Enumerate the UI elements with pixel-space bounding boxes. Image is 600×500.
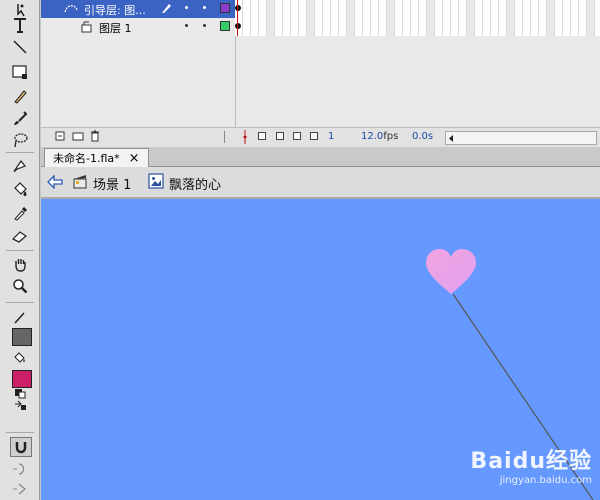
snap-magnet-icon[interactable] [10, 437, 32, 457]
swap-colors-icon[interactable] [8, 389, 32, 412]
frame-rate-value: 12.0 [361, 131, 384, 142]
brush-icon[interactable] [8, 108, 32, 128]
document-tab-label: 未命名-1.fla* [53, 152, 120, 165]
layer-row-1[interactable]: 图层 1 [41, 18, 237, 36]
eyedropper-icon[interactable] [8, 203, 32, 223]
lock-dot[interactable] [203, 6, 206, 9]
center-frame-icon[interactable] [241, 130, 249, 147]
back-arrow-icon[interactable] [47, 174, 63, 192]
layer-row-guide[interactable]: 引导层: 图... [41, 0, 237, 18]
stroke-color-icon[interactable] [12, 328, 32, 346]
keyframe[interactable] [235, 23, 241, 29]
scroll-left-icon[interactable] [447, 133, 455, 146]
watermark: Baidu经验 jingyan.baidu.com [470, 443, 592, 486]
text-icon[interactable] [8, 15, 32, 35]
symbol-label: 飘落的心 [169, 177, 222, 193]
fill-color-icon[interactable] [12, 370, 32, 388]
smooth-icon[interactable] [8, 459, 32, 479]
scene-clapper-icon [72, 173, 88, 193]
graphic-symbol-icon [148, 173, 164, 193]
guided-layer-icon [81, 21, 93, 36]
document-tab-bar: 未命名-1.fla* × [41, 147, 600, 167]
frame-grid[interactable] [235, 0, 600, 37]
pencil-icon[interactable] [8, 86, 32, 106]
watermark-brand: Baidu经验 [470, 449, 592, 474]
stroke-pencil-icon [8, 307, 32, 327]
insert-folder-icon[interactable] [72, 131, 84, 144]
scene-label: 场景 1 [93, 177, 132, 193]
layer-outline-color[interactable] [220, 3, 230, 13]
close-icon[interactable]: × [129, 151, 140, 166]
timeline-empty-area [235, 36, 600, 127]
keyframe[interactable] [235, 5, 241, 11]
layer-name: 引导层: 图... [84, 4, 146, 17]
timeline-scrollbar[interactable] [445, 131, 597, 145]
pencil-edit-icon [160, 2, 172, 17]
guide-layer-icon [63, 2, 79, 17]
document-tab[interactable]: 未命名-1.fla* × [44, 148, 149, 167]
visibility-dot[interactable] [185, 24, 188, 27]
insert-layer-icon[interactable] [55, 131, 65, 144]
onion-outline-icon[interactable] [276, 132, 284, 140]
lock-dot[interactable] [203, 24, 206, 27]
watermark-url: jingyan.baidu.com [499, 475, 592, 486]
layer-name: 图层 1 [99, 22, 132, 35]
timeline-panel: 引导层: 图... 图层 1 1 12.0fps 0.0s [41, 0, 600, 148]
visibility-dot[interactable] [185, 6, 188, 9]
line-icon[interactable] [8, 37, 32, 57]
straighten-icon[interactable] [8, 479, 32, 499]
stage[interactable]: Baidu经验 jingyan.baidu.com [41, 199, 600, 500]
elapsed-time: 0.0s [412, 131, 434, 142]
delete-layer-icon[interactable] [90, 130, 100, 145]
eraser-icon[interactable] [8, 226, 32, 246]
tools-panel [0, 0, 40, 500]
fill-bucket-icon [8, 348, 32, 368]
frame-rate-unit: fps [383, 131, 399, 142]
hand-icon[interactable] [8, 254, 32, 274]
divider [224, 131, 225, 143]
current-frame: 1 [328, 131, 335, 142]
modify-markers-icon[interactable] [310, 132, 318, 140]
edit-bar: 场景 1 飘落的心 [41, 167, 600, 199]
lasso-icon[interactable] [8, 130, 32, 150]
paint-bucket-icon[interactable] [8, 180, 32, 200]
rectangle-icon[interactable] [8, 62, 32, 82]
layer-outline-color[interactable] [220, 21, 230, 31]
breadcrumb-scene[interactable]: 场景 1 [72, 173, 131, 193]
edit-multiple-frames-icon[interactable] [293, 132, 301, 140]
heart-symbol [426, 249, 476, 294]
frame-rate: 12.0fps [361, 131, 398, 142]
zoom-icon[interactable] [8, 276, 32, 296]
breadcrumb-symbol[interactable]: 飘落的心 [148, 173, 221, 193]
pen-icon[interactable] [8, 155, 32, 175]
timeline-status-bar: 1 12.0fps 0.0s [41, 127, 600, 148]
onion-skin-icon[interactable] [258, 132, 266, 140]
